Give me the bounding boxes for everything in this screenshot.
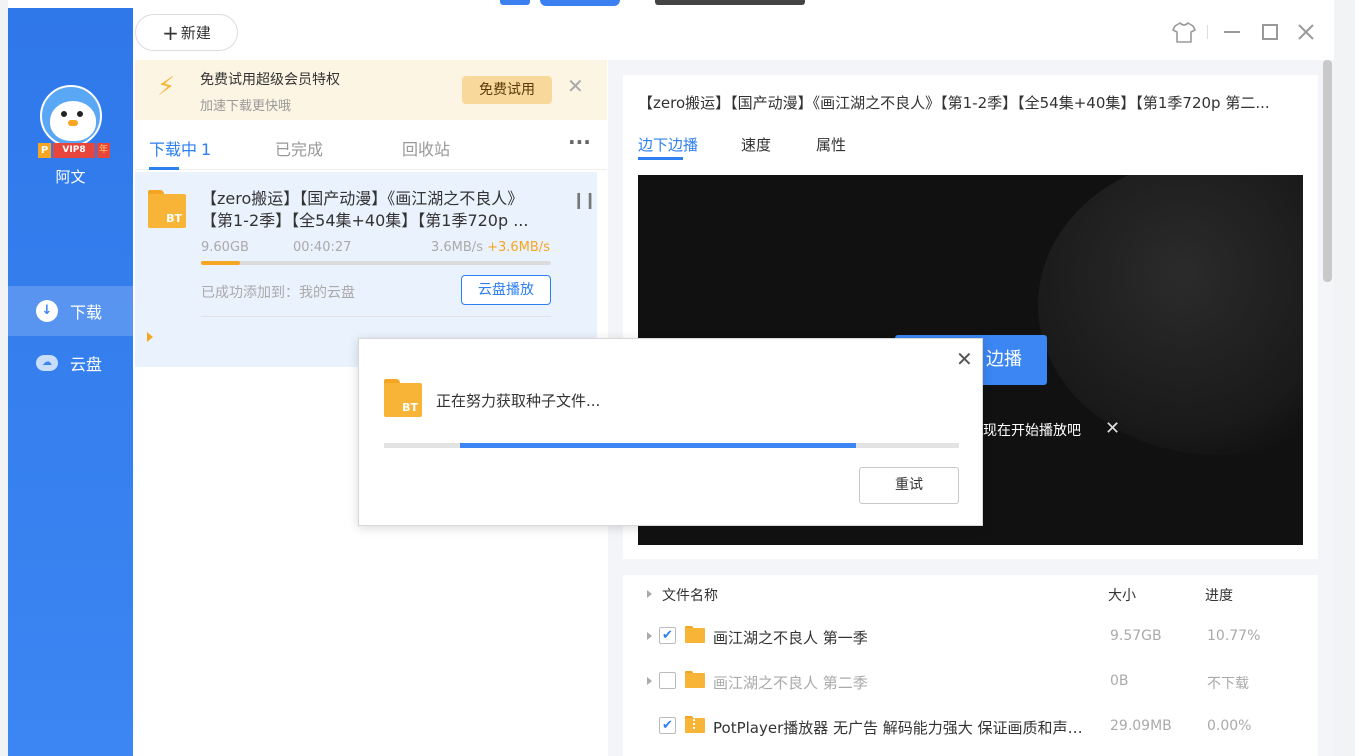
fetch-torrent-dialog: ✕ BT 正在努力获取种子文件... 重试 [358, 338, 983, 526]
scrollbar-thumb[interactable] [1323, 60, 1332, 282]
file-size: 29.09MB [1110, 718, 1172, 734]
expand-arrow-icon[interactable] [147, 332, 153, 342]
sidebar-item-label: 下载 [70, 303, 103, 322]
sidebar-item-label: 云盘 [70, 355, 103, 374]
vip-level: VIP8 [53, 143, 95, 158]
promo-subtitle: 加速下载更快哦 [200, 99, 292, 114]
file-size: 0B [1110, 673, 1129, 689]
vip-p-mark: P [38, 143, 51, 158]
sidebar: P VIP8 年 阿文 ↓ 下载 ☁ 云盘 [8, 8, 133, 756]
app-window: P VIP8 年 阿文 ↓ 下载 ☁ 云盘 + 新建 ⚡ 免费试用超级会员特权 … [0, 0, 1355, 756]
task-added-status: 已成功添加到：我的云盘 [201, 285, 355, 301]
vip-badge: P VIP8 年 [38, 143, 110, 158]
bt-file-icon: BT [384, 379, 422, 417]
expand-caret-icon[interactable] [647, 632, 652, 640]
file-progress: 10.77% [1207, 628, 1261, 644]
more-icon[interactable]: ··· [568, 130, 591, 154]
pause-icon[interactable]: ❙❙ [572, 190, 597, 209]
file-list: 文件名称 大小 进度 ✔ 画江湖之不良人 第一季 9.57GB 10.77% 画… [623, 575, 1318, 756]
file-checkbox[interactable]: ✔ [659, 627, 676, 644]
task-divider [201, 316, 551, 317]
tab-speed[interactable]: 速度 [741, 134, 771, 155]
retry-button[interactable]: 重试 [859, 467, 959, 504]
detail-title: 【zero搬运】【国产动漫】《画江湖之不良人》【第1-2季】【全54集+40集】… [638, 94, 1270, 112]
bt-file-icon: BT [148, 190, 186, 228]
promo-title: 免费试用超级会员特权 [200, 72, 340, 88]
file-name: 画江湖之不良人 第二季 [713, 674, 868, 692]
close-icon[interactable] [1294, 18, 1318, 46]
file-progress: 不下载 [1207, 676, 1249, 692]
download-tabs: 下载中 1 已完成 回收站 ··· [135, 120, 607, 170]
sidebar-item-download[interactable]: ↓ 下载 [8, 286, 133, 336]
file-name: 画江湖之不良人 第一季 [713, 629, 868, 647]
vip-promo-banner: ⚡ 免费试用超级会员特权 加速下载更快哦 免费试用 ✕ [135, 60, 607, 120]
dialog-progress-bar [384, 443, 959, 448]
file-checkbox[interactable] [659, 672, 676, 689]
vip-year-mark: 年 [97, 143, 110, 158]
skin-icon[interactable] [1170, 18, 1198, 46]
tab-downloading-label: 下载中 [149, 140, 198, 159]
active-detail-tab-underline [638, 157, 683, 160]
free-trial-button[interactable]: 免费试用 [462, 76, 552, 104]
task-speed-value: 3.6MB/s [431, 240, 483, 255]
player-background-glow [1038, 175, 1303, 455]
expand-all-caret-icon[interactable] [647, 590, 652, 598]
lightning-icon: ⚡ [157, 72, 176, 102]
promo-close-icon[interactable]: ✕ [567, 76, 584, 96]
maximize-icon[interactable] [1258, 18, 1282, 46]
task-remaining-time: 00:40:27 [293, 240, 352, 255]
window-controls-separator [1207, 25, 1208, 39]
username[interactable]: 阿文 [8, 166, 133, 187]
tab-play-while-download[interactable]: 边下边播 [638, 134, 698, 155]
file-checkbox[interactable]: ✔ [659, 717, 676, 734]
task-speed-boost: +3.6MB/s [487, 240, 550, 255]
task-title: 【zero搬运】【国产动漫】《画江湖之不良人》【第1-2季】【全54集+40集】… [201, 189, 529, 230]
column-header-size[interactable]: 大小 [1108, 585, 1136, 605]
new-task-button[interactable]: + 新建 [135, 14, 238, 51]
tab-downloading-count: 1 [201, 140, 212, 159]
window-right-edge [1334, 0, 1355, 756]
tab-downloading[interactable]: 下载中 1 [149, 136, 211, 160]
sidebar-item-cloud[interactable]: ☁ 云盘 [8, 338, 133, 388]
play-tip-text: 现在开始播放吧 [983, 423, 1081, 439]
background-logo-fragment [495, 0, 815, 8]
folder-icon [685, 626, 705, 643]
column-header-name[interactable]: 文件名称 [662, 585, 718, 605]
tab-properties[interactable]: 属性 [816, 134, 846, 155]
file-progress: 0.00% [1207, 718, 1252, 734]
file-size: 9.57GB [1110, 628, 1162, 644]
zip-file-icon [685, 716, 705, 733]
window-left-edge [0, 0, 8, 756]
tab-recycle-bin[interactable]: 回收站 [402, 136, 450, 160]
tab-completed[interactable]: 已完成 [275, 136, 323, 160]
folder-icon [685, 671, 705, 688]
task-progress-fill [201, 261, 240, 265]
new-task-label: 新建 [180, 24, 211, 42]
file-name: PotPlayer播放器 无广告 解码能力强大 保证画质和声音... [713, 719, 1095, 737]
download-icon: ↓ [36, 300, 58, 322]
cloud-play-button[interactable]: 云盘播放 [461, 275, 551, 305]
tip-close-icon[interactable]: ✕ [1105, 418, 1120, 439]
dialog-message: 正在努力获取种子文件... [436, 392, 601, 410]
dialog-progress-fill [460, 443, 856, 448]
avatar[interactable] [40, 85, 102, 147]
active-tab-underline [149, 167, 179, 170]
minimize-icon[interactable] [1220, 18, 1244, 46]
plus-icon: + [162, 20, 179, 45]
expand-caret-icon[interactable] [647, 677, 652, 685]
cloud-icon: ☁ [36, 352, 58, 374]
column-header-progress[interactable]: 进度 [1205, 585, 1233, 605]
task-size: 9.60GB [201, 240, 249, 255]
task-progress-bar [201, 261, 551, 265]
dialog-close-icon[interactable]: ✕ [956, 347, 973, 371]
task-speed: 3.6MB/s +3.6MB/s [431, 240, 550, 255]
